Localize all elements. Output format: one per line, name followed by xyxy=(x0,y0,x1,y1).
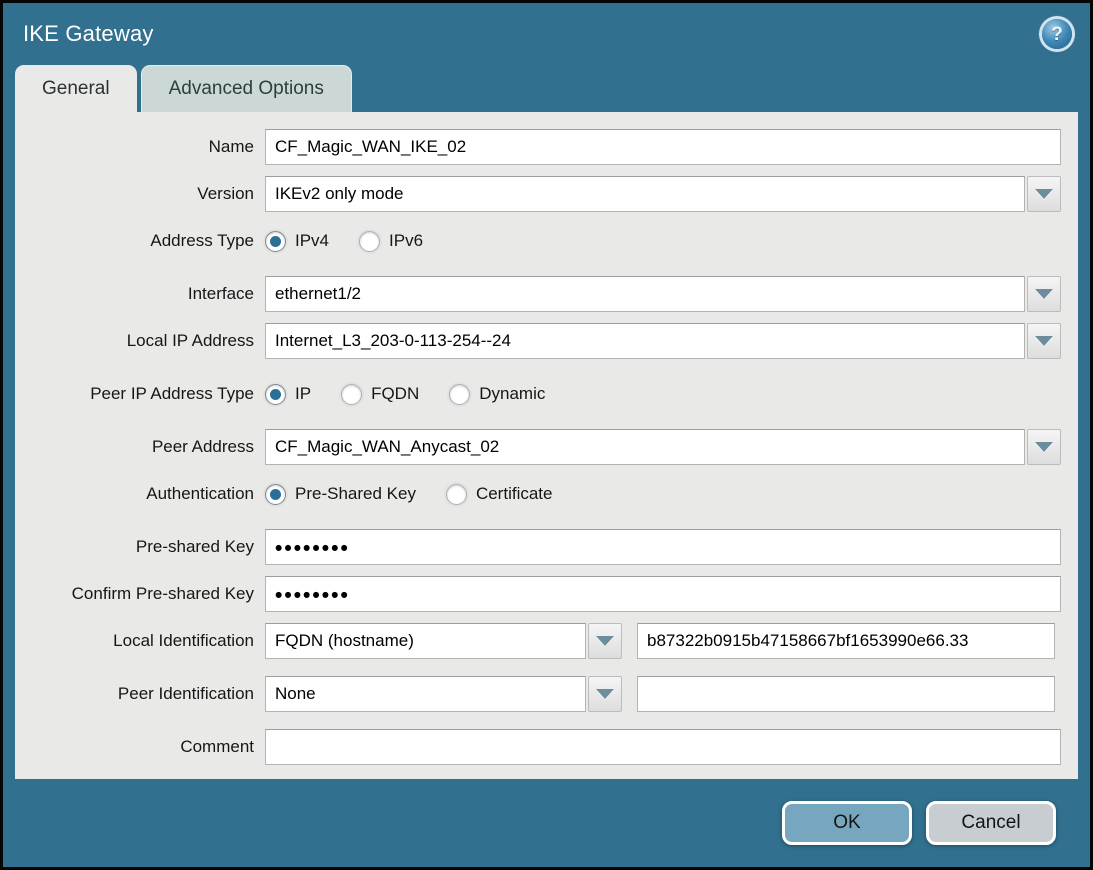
local-identification-label: Local Identification xyxy=(15,631,265,651)
authentication-label: Authentication xyxy=(15,484,265,504)
local-ip-select[interactable] xyxy=(265,323,1025,359)
chevron-down-icon xyxy=(596,689,614,699)
version-label: Version xyxy=(15,184,265,204)
certificate-option-label: Certificate xyxy=(476,484,553,504)
peer-ip-type-option-fqdn[interactable]: FQDN xyxy=(341,384,419,405)
ipv4-radio[interactable] xyxy=(265,231,286,252)
tab-bar: General Advanced Options xyxy=(3,65,1090,112)
interface-label: Interface xyxy=(15,284,265,304)
cancel-button[interactable]: Cancel xyxy=(926,801,1056,845)
ip-label: IP xyxy=(295,384,311,404)
preshared-key-option-label: Pre-Shared Key xyxy=(295,484,416,504)
tab-advanced-options[interactable]: Advanced Options xyxy=(141,65,352,112)
confirm-preshared-key-row: Confirm Pre-shared Key xyxy=(15,576,1061,612)
confirm-preshared-key-label: Confirm Pre-shared Key xyxy=(15,584,265,604)
local-ip-label: Local IP Address xyxy=(15,331,265,351)
help-glyph: ? xyxy=(1051,25,1063,44)
name-input[interactable] xyxy=(265,129,1061,165)
chevron-down-icon xyxy=(1035,189,1053,199)
local-identification-type-select[interactable] xyxy=(265,623,586,659)
version-select[interactable] xyxy=(265,176,1025,212)
name-label: Name xyxy=(15,137,265,157)
confirm-preshared-key-input[interactable] xyxy=(265,576,1061,612)
general-tab-panel: Name Version Address Type IPv4 xyxy=(15,112,1078,779)
address-type-row: Address Type IPv4 IPv6 xyxy=(15,223,1061,259)
preshared-key-input[interactable] xyxy=(265,529,1061,565)
authentication-row: Authentication Pre-Shared Key Certificat… xyxy=(15,476,1061,512)
name-row: Name xyxy=(15,129,1061,165)
chevron-down-icon xyxy=(596,636,614,646)
chevron-down-icon xyxy=(1035,289,1053,299)
comment-input[interactable] xyxy=(265,729,1061,765)
comment-row: Comment xyxy=(15,729,1061,765)
preshared-key-label: Pre-shared Key xyxy=(15,537,265,557)
ok-button[interactable]: OK xyxy=(782,801,912,845)
address-type-option-ipv4[interactable]: IPv4 xyxy=(265,231,329,252)
peer-ip-type-option-ip[interactable]: IP xyxy=(265,384,311,405)
ike-gateway-dialog: IKE Gateway ? General Advanced Options N… xyxy=(0,0,1093,870)
tab-general[interactable]: General xyxy=(15,65,137,112)
dynamic-label: Dynamic xyxy=(479,384,545,404)
fqdn-label: FQDN xyxy=(371,384,419,404)
local-identification-row: Local Identification xyxy=(15,623,1061,659)
interface-dropdown-button[interactable] xyxy=(1027,276,1061,312)
certificate-radio[interactable] xyxy=(446,484,467,505)
titlebar: IKE Gateway ? xyxy=(3,3,1090,65)
interface-select[interactable] xyxy=(265,276,1025,312)
preshared-key-row: Pre-shared Key xyxy=(15,529,1061,565)
address-type-option-ipv6[interactable]: IPv6 xyxy=(359,231,423,252)
peer-identification-dropdown-button[interactable] xyxy=(588,676,622,712)
peer-address-label: Peer Address xyxy=(15,437,265,457)
peer-identification-type-select[interactable] xyxy=(265,676,586,712)
ipv4-label: IPv4 xyxy=(295,231,329,251)
ipv6-label: IPv6 xyxy=(389,231,423,251)
version-row: Version xyxy=(15,176,1061,212)
comment-label: Comment xyxy=(15,737,265,757)
dynamic-radio[interactable] xyxy=(449,384,470,405)
peer-ip-type-option-dynamic[interactable]: Dynamic xyxy=(449,384,545,405)
peer-identification-label: Peer Identification xyxy=(15,684,265,704)
ip-radio[interactable] xyxy=(265,384,286,405)
local-identification-dropdown-button[interactable] xyxy=(588,623,622,659)
preshared-key-radio[interactable] xyxy=(265,484,286,505)
chevron-down-icon xyxy=(1035,442,1053,452)
local-identification-value-input[interactable] xyxy=(637,623,1055,659)
local-ip-row: Local IP Address xyxy=(15,323,1061,359)
fqdn-radio[interactable] xyxy=(341,384,362,405)
dialog-title: IKE Gateway xyxy=(23,21,154,47)
interface-row: Interface xyxy=(15,276,1061,312)
ipv6-radio[interactable] xyxy=(359,231,380,252)
chevron-down-icon xyxy=(1035,336,1053,346)
local-ip-dropdown-button[interactable] xyxy=(1027,323,1061,359)
footer: OK Cancel xyxy=(3,779,1090,867)
peer-address-dropdown-button[interactable] xyxy=(1027,429,1061,465)
authentication-option-preshared[interactable]: Pre-Shared Key xyxy=(265,484,416,505)
help-icon[interactable]: ? xyxy=(1042,19,1072,49)
version-dropdown-button[interactable] xyxy=(1027,176,1061,212)
peer-ip-type-row: Peer IP Address Type IP FQDN Dynamic xyxy=(15,376,1061,412)
peer-identification-value-input[interactable] xyxy=(637,676,1055,712)
address-type-label: Address Type xyxy=(15,231,265,251)
peer-address-select[interactable] xyxy=(265,429,1025,465)
peer-identification-row: Peer Identification xyxy=(15,676,1061,712)
authentication-option-certificate[interactable]: Certificate xyxy=(446,484,553,505)
peer-ip-type-label: Peer IP Address Type xyxy=(15,384,265,404)
peer-address-row: Peer Address xyxy=(15,429,1061,465)
